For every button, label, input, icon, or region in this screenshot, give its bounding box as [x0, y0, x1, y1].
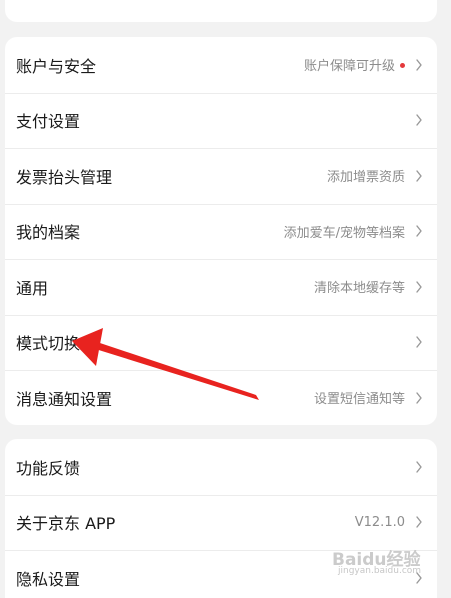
chevron-right-icon [416, 461, 422, 473]
row-label: 通用 [16, 278, 49, 298]
row-label: 消息通知设置 [16, 389, 113, 409]
row-label: 模式切换 [16, 334, 81, 354]
chevron-right-icon [416, 114, 422, 126]
row-mode-switch[interactable]: 模式切换 [5, 314, 437, 371]
row-value: 添加爱车/宠物等档案 [283, 225, 405, 241]
row-value: 账户保障可升级 [304, 55, 405, 74]
settings-screen: ─ ─ ─ ─ 账户与安全 账户保障可升级 支付设置 发票抬头管理 添加增票资质… [0, 0, 451, 598]
row-value: 设置短信通知等 [313, 392, 405, 408]
row-label: 账户与安全 [16, 56, 97, 76]
chevron-right-icon [416, 225, 422, 237]
row-label: 关于京东 APP [16, 514, 116, 534]
chevron-right-icon [416, 392, 422, 404]
row-general[interactable]: 通用 清除本地缓存等 [5, 259, 437, 315]
settings-group-1: 账户与安全 账户保障可升级 支付设置 发票抬头管理 添加增票资质 我的档案 添加… [5, 37, 437, 425]
row-about-app[interactable]: 关于京东 APP V12.1.0 [5, 494, 437, 551]
row-invoice-title[interactable]: 发票抬头管理 添加增票资质 [5, 148, 437, 204]
chevron-right-icon [416, 516, 422, 528]
row-payment-settings[interactable]: 支付设置 [5, 92, 437, 149]
row-label: 我的档案 [16, 223, 81, 243]
row-my-profile[interactable]: 我的档案 添加爱车/宠物等档案 [5, 203, 437, 260]
row-label: 支付设置 [16, 112, 81, 132]
chevron-right-icon [416, 336, 422, 348]
row-value: V12.1.0 [354, 514, 405, 530]
row-value: 清除本地缓存等 [313, 281, 405, 297]
row-label: 功能反馈 [16, 458, 81, 478]
row-label: 发票抬头管理 [16, 167, 113, 187]
row-feedback[interactable]: 功能反馈 [5, 439, 437, 495]
chevron-right-icon [416, 281, 422, 293]
top-card-label: ─ ─ ─ ─ [19, 0, 81, 8]
row-value: 添加增票资质 [326, 170, 405, 186]
top-card: ─ ─ ─ ─ [5, 0, 437, 22]
row-account-security[interactable]: 账户与安全 账户保障可升级 [5, 37, 437, 93]
chevron-right-icon [416, 170, 422, 182]
row-message-notifications[interactable]: 消息通知设置 设置短信通知等 [5, 370, 437, 425]
notification-dot [400, 63, 405, 69]
chevron-right-icon [416, 59, 422, 71]
watermark-url: jingyan.baidu.com [338, 566, 422, 576]
